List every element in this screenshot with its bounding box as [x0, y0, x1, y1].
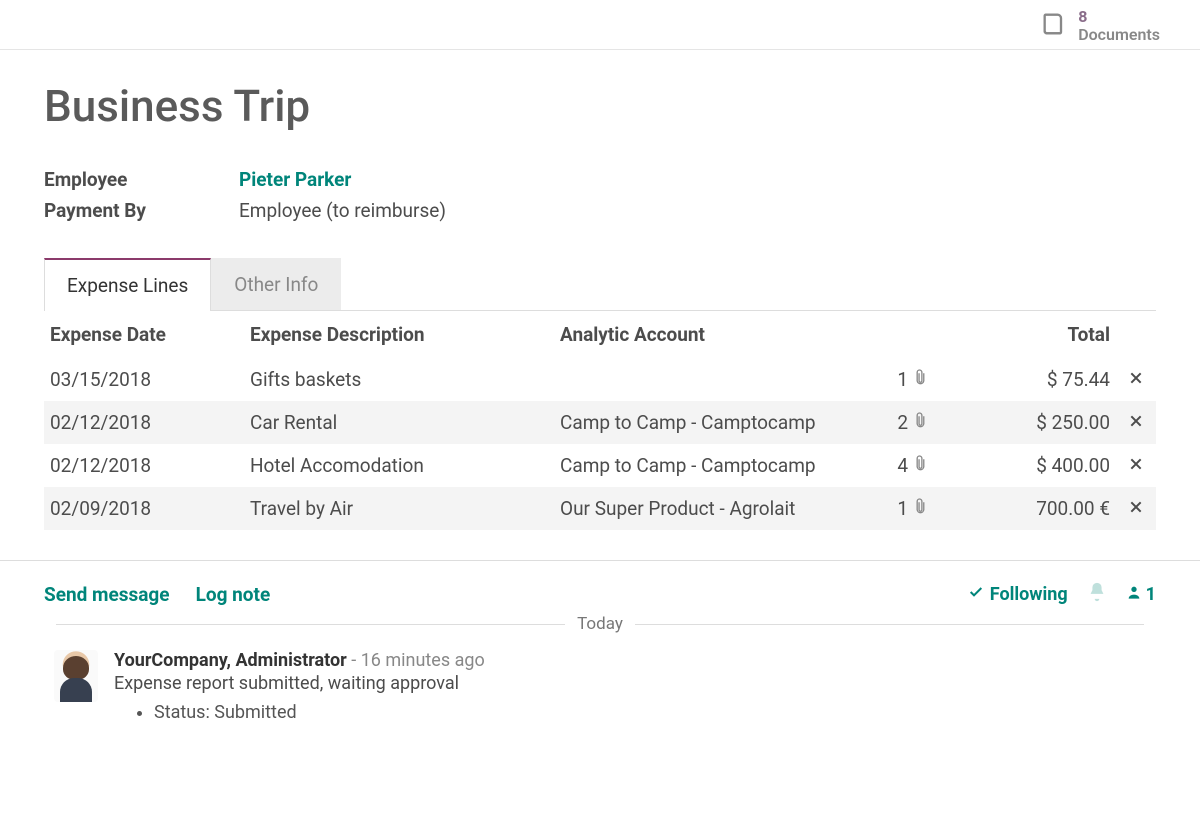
following-button[interactable]: Following [968, 584, 1068, 605]
table-row[interactable]: 03/15/2018Gifts baskets 1$ 75.44 [44, 358, 1156, 401]
employee-link[interactable]: Pieter Parker [239, 168, 351, 191]
payment-value: Employee (to reimburse) [239, 199, 446, 222]
col-total: Total [934, 311, 1116, 358]
chatter: Send message Log note Following 1 Today [0, 560, 1200, 733]
tabs: Expense Lines Other Info [44, 258, 1156, 311]
cell-attachments[interactable]: 1 [864, 358, 934, 401]
cell-desc: Hotel Accomodation [244, 444, 554, 487]
message-author: YourCompany, Administrator [114, 650, 347, 671]
bell-icon[interactable] [1086, 581, 1108, 608]
documents-label: Documents [1078, 26, 1160, 44]
delete-row-button[interactable] [1116, 401, 1156, 444]
cell-date: 03/15/2018 [44, 358, 244, 401]
page-title: Business Trip [44, 80, 1156, 132]
message-time: 16 minutes ago [361, 650, 485, 671]
log-message: YourCompany, Administrator - 16 minutes … [44, 650, 1156, 733]
today-label: Today [577, 614, 623, 634]
delete-row-button[interactable] [1116, 444, 1156, 487]
check-icon [968, 584, 984, 605]
cell-desc: Gifts baskets [244, 358, 554, 401]
paperclip-icon [912, 454, 928, 477]
today-separator: Today [44, 614, 1156, 634]
cell-date: 02/12/2018 [44, 444, 244, 487]
top-toolbar: 8 Documents [0, 0, 1200, 50]
cell-date: 02/12/2018 [44, 401, 244, 444]
col-attach [864, 311, 934, 358]
message-body: Expense report submitted, waiting approv… [114, 673, 485, 694]
employee-label: Employee [44, 168, 219, 191]
cell-desc: Travel by Air [244, 487, 554, 530]
col-date: Expense Date [44, 311, 244, 358]
delete-row-button[interactable] [1116, 358, 1156, 401]
following-label: Following [990, 584, 1068, 605]
table-row[interactable]: 02/12/2018Hotel AccomodationCamp to Camp… [44, 444, 1156, 487]
documents-button[interactable]: 8 Documents [1040, 8, 1160, 43]
followers-button[interactable]: 1 [1126, 584, 1156, 605]
message-bullet: Status: Submitted [154, 702, 485, 723]
documents-icon [1040, 10, 1068, 42]
documents-text: 8 Documents [1078, 8, 1160, 43]
cell-attachments[interactable]: 1 [864, 487, 934, 530]
cell-analytic: Camp to Camp - Camptocamp [554, 401, 864, 444]
cell-analytic [554, 358, 864, 401]
cell-desc: Car Rental [244, 401, 554, 444]
table-row[interactable]: 02/09/2018Travel by AirOur Super Product… [44, 487, 1156, 530]
followers-count: 1 [1146, 584, 1156, 605]
cell-date: 02/09/2018 [44, 487, 244, 530]
employee-row: Employee Pieter Parker [44, 168, 1156, 191]
col-desc: Expense Description [244, 311, 554, 358]
cell-total: $ 75.44 [934, 358, 1116, 401]
cell-total: $ 250.00 [934, 401, 1116, 444]
payment-label: Payment By [44, 199, 219, 222]
col-delete [1116, 311, 1156, 358]
log-note-button[interactable]: Log note [196, 583, 271, 606]
expense-table: Expense Date Expense Description Analyti… [44, 311, 1156, 530]
table-row[interactable]: 02/12/2018Car RentalCamp to Camp - Campt… [44, 401, 1156, 444]
documents-count: 8 [1078, 8, 1160, 26]
send-message-button[interactable]: Send message [44, 583, 170, 606]
cell-total: $ 400.00 [934, 444, 1116, 487]
cell-total: 700.00 € [934, 487, 1116, 530]
paperclip-icon [912, 368, 928, 391]
cell-attachments[interactable]: 2 [864, 401, 934, 444]
cell-analytic: Our Super Product - Agrolait [554, 487, 864, 530]
col-analytic: Analytic Account [554, 311, 864, 358]
payment-row: Payment By Employee (to reimburse) [44, 199, 1156, 222]
cell-analytic: Camp to Camp - Camptocamp [554, 444, 864, 487]
paperclip-icon [912, 497, 928, 520]
paperclip-icon [912, 411, 928, 434]
delete-row-button[interactable] [1116, 487, 1156, 530]
avatar [54, 650, 98, 702]
cell-attachments[interactable]: 4 [864, 444, 934, 487]
tab-other-info[interactable]: Other Info [211, 258, 341, 310]
tab-expense-lines[interactable]: Expense Lines [44, 258, 211, 311]
person-icon [1126, 584, 1142, 605]
